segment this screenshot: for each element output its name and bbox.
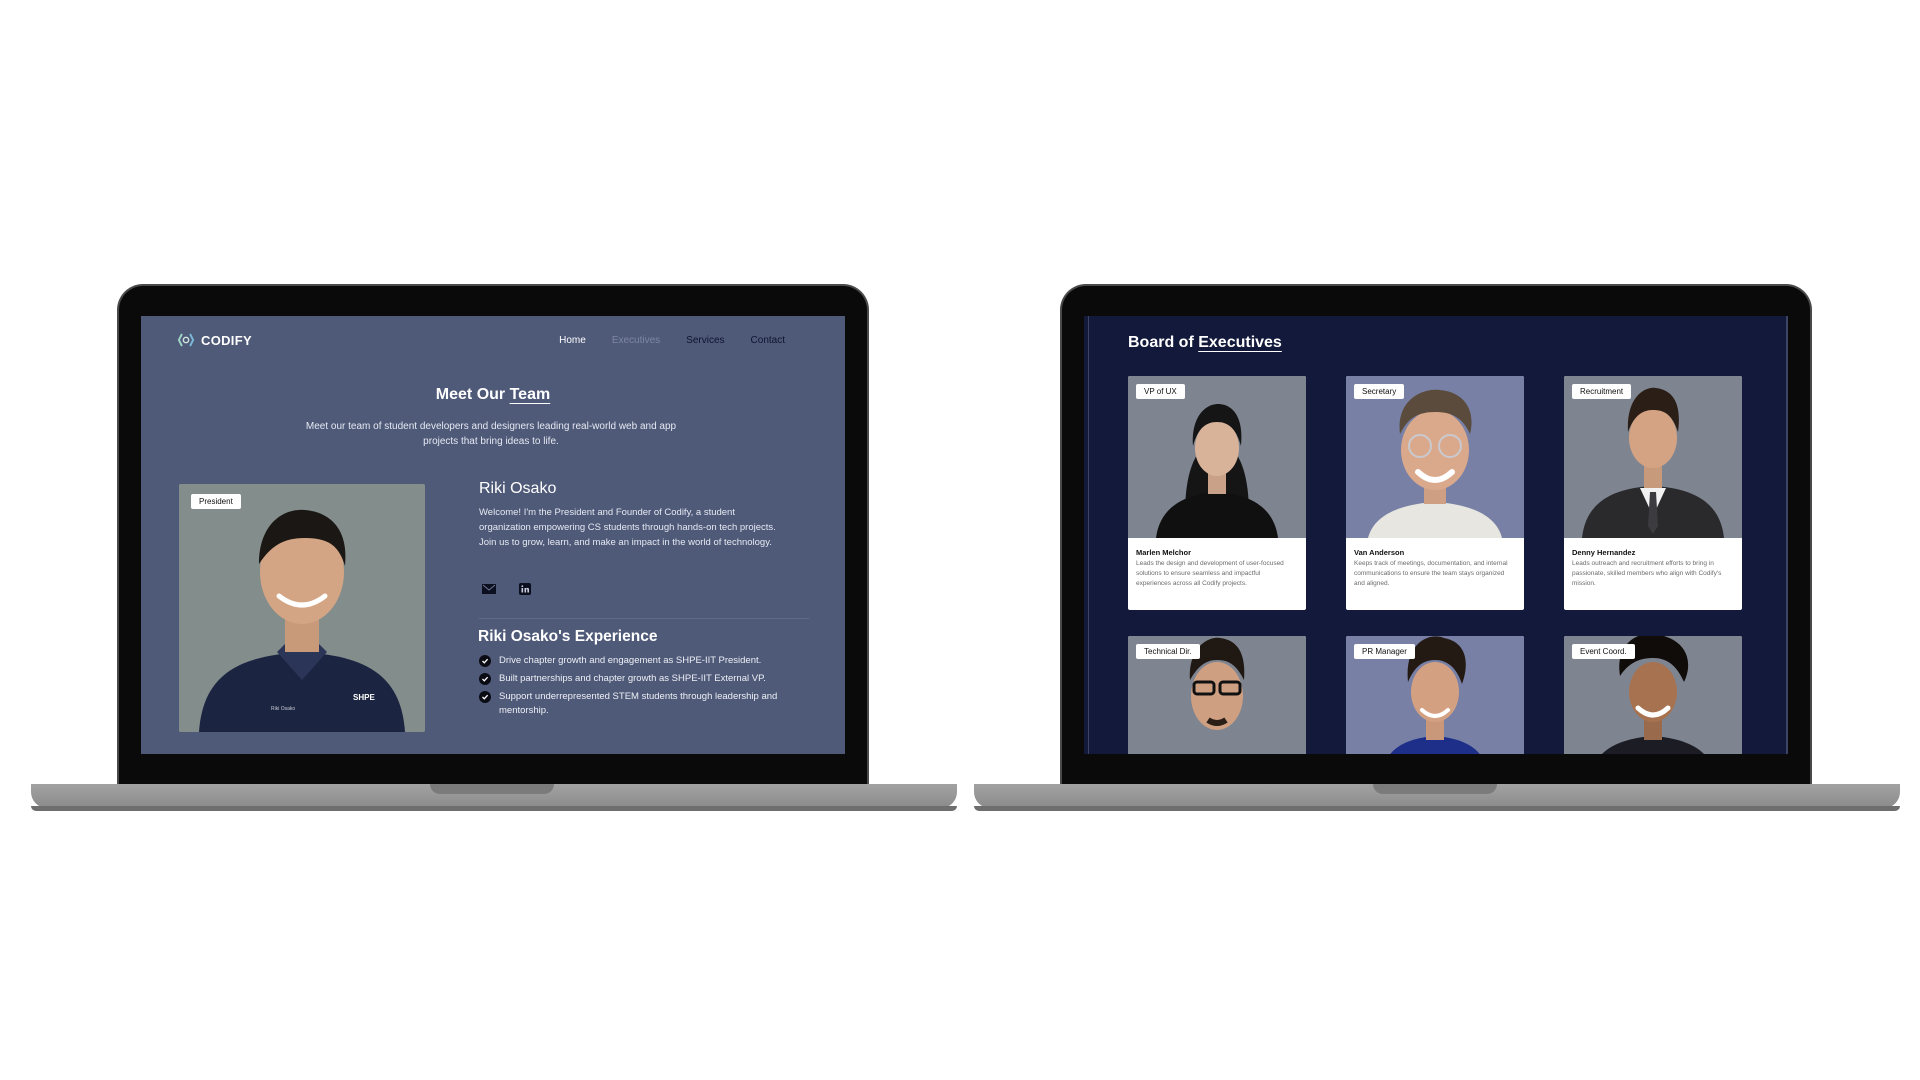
mail-icon [482,584,496,594]
experience-text: Support underrepresented STEM students t… [499,691,778,716]
laptop-left: CODIFY Home Executives Services Contact … [31,284,957,811]
executive-card[interactable]: VP of UX Marlen Melchor Leads the design… [1128,376,1306,610]
executive-card[interactable]: Technical Dir. [1128,636,1306,754]
laptop-notch [1373,784,1497,794]
codify-logo-icon [177,333,195,347]
executive-name: Denny Hernandez [1572,548,1636,557]
frame-line [1786,316,1788,754]
laptop-screen: Board of Executives VP of UX Marlen Melc… [1084,316,1788,754]
svg-text:SHPE: SHPE [353,693,375,702]
board-title: Board of Executives [1128,334,1282,352]
executives-page: Board of Executives VP of UX Marlen Melc… [1084,316,1788,754]
nav-services[interactable]: Services [686,335,724,346]
brand-name: CODIFY [201,332,252,348]
executive-desc: Keeps track of meetings, documentation, … [1354,560,1508,587]
profile-photo: SHPE Riki Osako President [179,484,425,732]
experience-title: Riki Osako's Experience [478,628,658,645]
experience-item: Support underrepresented STEM students t… [479,690,779,718]
role-badge: President [191,494,241,509]
executive-desc: Leads outreach and recruitment efforts t… [1572,560,1722,587]
profile-bio: Welcome! I'm the President and Founder o… [479,507,776,548]
divider [479,618,809,619]
brand-logo[interactable]: CODIFY [177,332,252,348]
executive-photo [1346,376,1524,538]
nav-executives[interactable]: Executives [612,335,660,346]
executive-name: Van Anderson [1354,548,1405,557]
executive-name: Marlen Melchor [1136,548,1192,557]
role-badge: Technical Dir. [1136,644,1200,659]
experience-item: Drive chapter growth and engagement as S… [479,654,779,668]
mail-link[interactable] [481,582,497,596]
check-icon [479,673,491,685]
profile-name: Riki Osako [479,480,557,497]
team-page: CODIFY Home Executives Services Contact … [141,316,845,754]
role-badge: VP of UX [1136,384,1185,399]
experience-list: Drive chapter growth and engagement as S… [479,654,779,722]
executive-card[interactable]: Event Coord. [1564,636,1742,754]
role-badge: Secretary [1354,384,1405,399]
board-title-prefix: Board of [1128,334,1199,351]
nav-links: Home Executives Services Contact [559,335,785,346]
executive-photo [1128,376,1306,538]
executive-desc: Leads the design and development of user… [1136,560,1284,587]
laptop-lid: CODIFY Home Executives Services Contact … [117,284,869,784]
executive-photo [1564,376,1742,538]
check-icon [479,655,491,667]
experience-item: Built partnerships and chapter growth as… [479,672,779,686]
executive-card[interactable]: Recruitment Denny Hernandez Leads outrea… [1564,376,1742,610]
section-title-accent: Team [509,386,551,403]
check-icon [479,691,491,703]
laptop-screen: CODIFY Home Executives Services Contact … [141,316,845,754]
nav-home[interactable]: Home [559,335,586,346]
person-illustration: SHPE Riki Osako [179,484,425,732]
experience-text: Built partnerships and chapter growth as… [499,673,766,684]
section-title: Meet Our Team [141,386,845,404]
nav-contact[interactable]: Contact [751,335,785,346]
section-title-prefix: Meet Our [435,386,510,403]
laptop-right: Board of Executives VP of UX Marlen Melc… [974,284,1900,811]
navbar: CODIFY Home Executives Services Contact [177,328,785,352]
social-links [481,582,533,596]
role-badge: Event Coord. [1572,644,1635,659]
laptop-lid: Board of Executives VP of UX Marlen Melc… [1060,284,1812,784]
linkedin-link[interactable] [517,582,533,596]
section-subtitle: Meet our team of student developers and … [305,421,677,447]
role-badge: Recruitment [1572,384,1632,399]
frame-line [1088,316,1089,754]
role-badge: PR Manager [1354,644,1415,659]
board-title-accent: Executives [1198,334,1282,351]
laptop-notch [430,784,554,794]
linkedin-icon [519,583,531,595]
experience-text: Drive chapter growth and engagement as S… [499,655,762,666]
mockup-stage: CODIFY Home Executives Services Contact … [0,0,1920,1080]
executive-card[interactable]: PR Manager [1346,636,1524,754]
executive-card[interactable]: Secretary Van Anderson Keeps track of me… [1346,376,1524,610]
svg-text:Riki Osako: Riki Osako [271,706,295,712]
